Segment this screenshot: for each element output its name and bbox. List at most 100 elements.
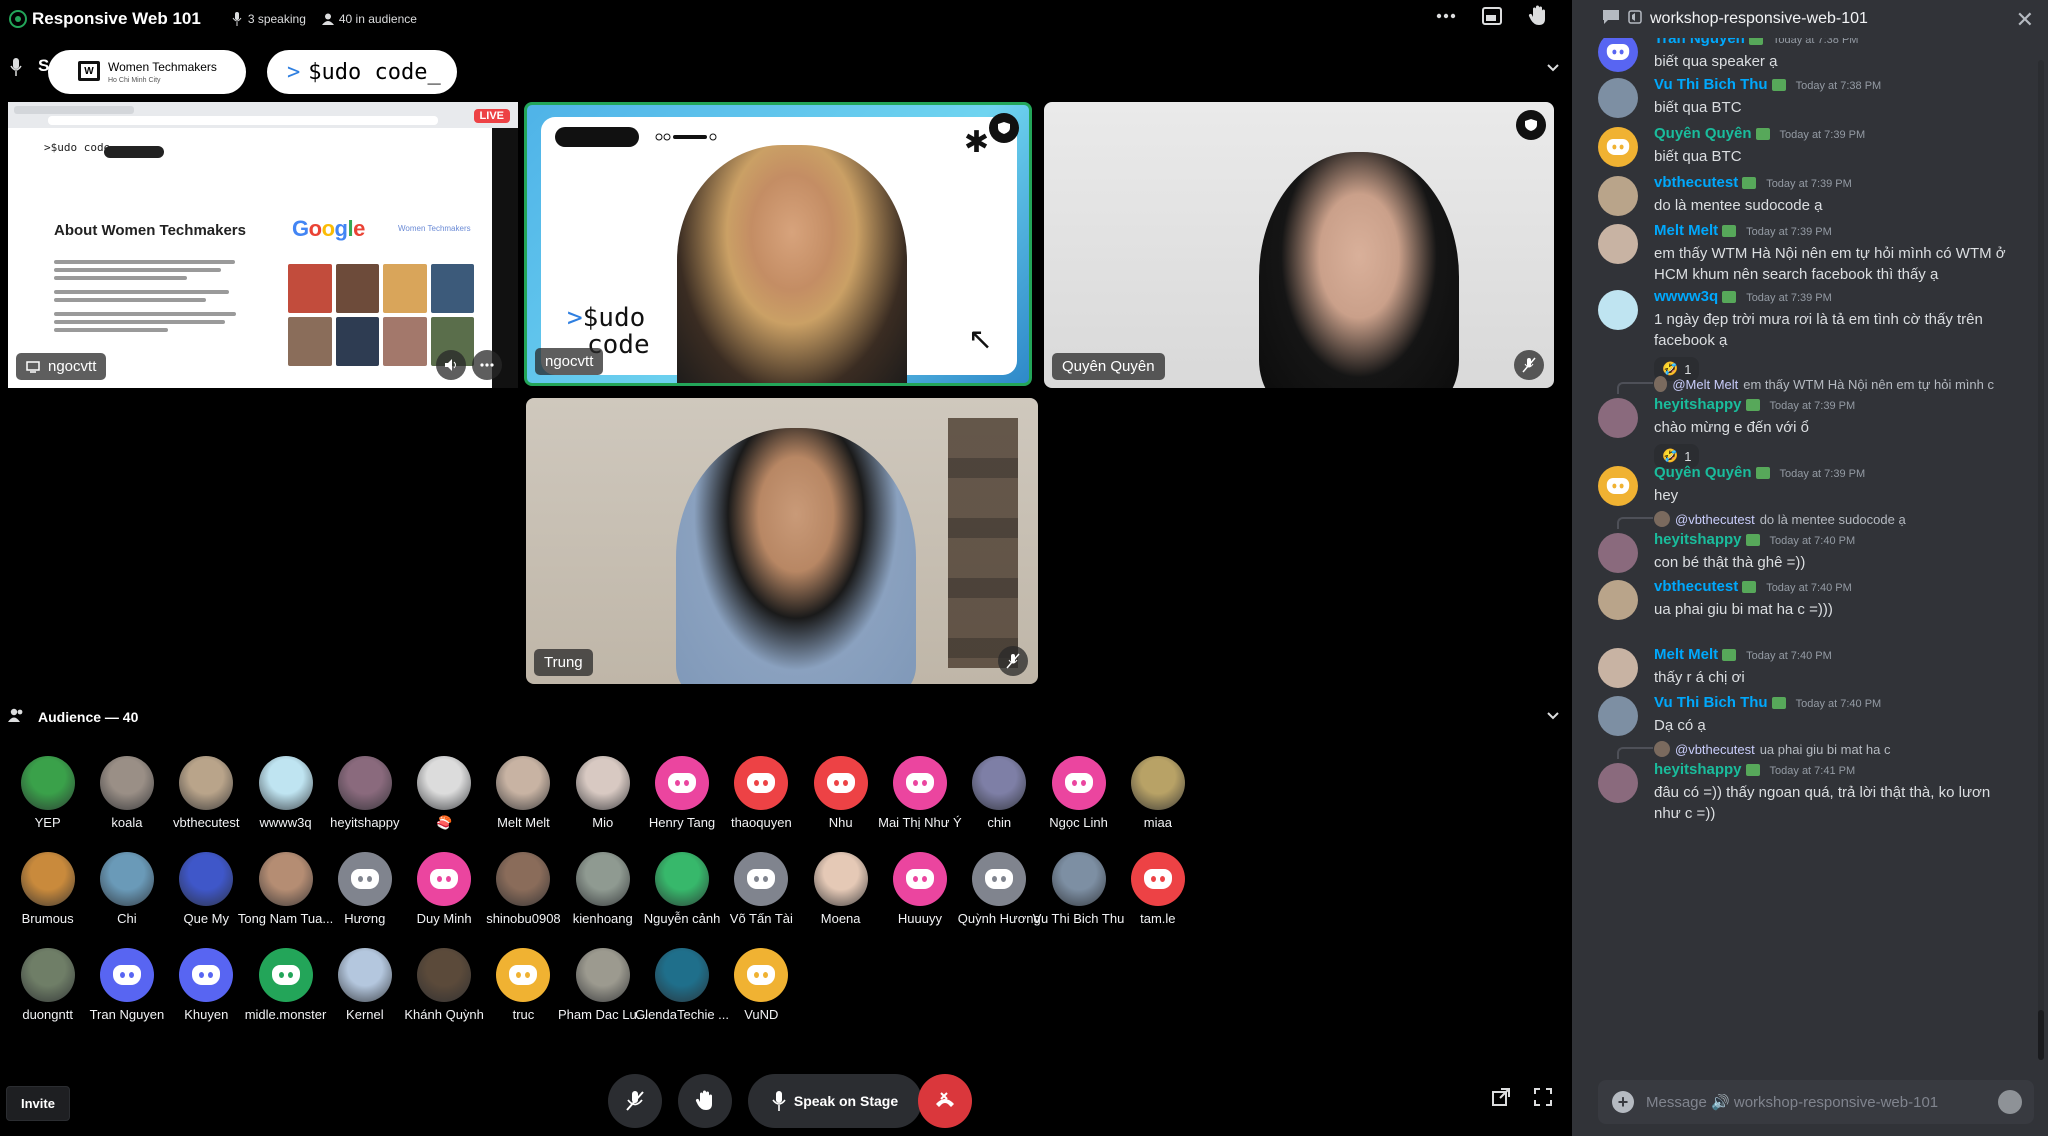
message-author[interactable]: vbthecutest (1654, 174, 1738, 191)
message-author[interactable]: Quyên Quyên (1654, 464, 1752, 481)
google-logo-g2: g (334, 216, 348, 241)
mute-button[interactable] (608, 1074, 662, 1128)
slide-text-line (54, 312, 237, 316)
message-text: hey (1654, 487, 1679, 504)
message-header: Vu Thi Bich Thu Today at 7:38 PM (1654, 76, 1881, 93)
message-author[interactable]: Vu Thi Bich Thu (1654, 76, 1768, 93)
discord-avatar-icon[interactable] (1598, 32, 1638, 72)
stage-title: Responsive Web 101 (32, 9, 201, 28)
speaking-count: 3 speaking (231, 12, 306, 26)
message-author[interactable]: Melt Melt (1654, 222, 1718, 239)
audience-member[interactable]: miaa (1106, 756, 1210, 846)
message-author[interactable]: Vu Thi Bich Thu (1654, 694, 1768, 711)
sudo-code-banner: > $udo code_ (267, 50, 457, 94)
photo-avatar-icon (496, 852, 551, 906)
speaker-tile-trung[interactable]: Trung (526, 398, 1038, 684)
role-badge-icon (1755, 128, 1770, 141)
reply-preview[interactable]: @vbthecutest ua phai giu bi mat ha c (1654, 741, 1994, 757)
user-avatar-icon[interactable] (1598, 580, 1638, 620)
role-badge-icon (1745, 534, 1760, 547)
user-avatar-icon[interactable] (1598, 696, 1638, 736)
popout-icon[interactable] (1492, 1088, 1510, 1111)
user-avatar-icon[interactable] (1598, 763, 1638, 803)
message-list[interactable]: Tran Nguyen Today at 7:38 PM biết qua spea… (1572, 30, 2048, 1070)
user-avatar-icon[interactable] (1598, 648, 1638, 688)
volume-icon[interactable] (436, 350, 466, 380)
chevron-down-icon[interactable] (1546, 708, 1560, 726)
reaction-count: 1 (1684, 361, 1692, 377)
more-options-icon[interactable] (1434, 4, 1458, 28)
message-header: Quyên Quyên Today at 7:39 PM (1654, 125, 1865, 142)
scrollbar-thumb[interactable] (2038, 1010, 2044, 1060)
browser-tabs (14, 106, 134, 114)
message-header: Melt Melt Today at 7:40 PM (1654, 646, 1832, 663)
discord-logo-icon (192, 965, 221, 985)
close-icon[interactable]: ✕ (2016, 7, 2034, 33)
shared-browser-bar: LIVE (8, 102, 518, 128)
slide-prompt-glyph: > (44, 141, 51, 154)
audience-member[interactable]: tam.le (1106, 852, 1210, 942)
discord-logo-icon (271, 965, 300, 985)
sudo-code-banner-text: $udo code_ (308, 59, 441, 85)
screen-share-edge (492, 128, 518, 388)
message-text: ua phai giu bi mat ha c =))) (1654, 601, 1833, 618)
chevron-down-icon[interactable] (1546, 60, 1560, 78)
user-avatar-icon[interactable] (1598, 176, 1638, 216)
speaker-tile-ngocvtt[interactable]: ✱ >$udo code ↖ ngocvtt (524, 102, 1032, 386)
message-author[interactable]: vbthecutest (1654, 578, 1738, 595)
message-author[interactable]: Melt Melt (1654, 646, 1718, 663)
add-attachment-icon[interactable]: + (1612, 1091, 1634, 1113)
message-text: biết qua speaker ạ (1654, 53, 1778, 70)
shared-slide: >$udo code_ About Women Techmakers Googl… (8, 128, 492, 388)
message-author[interactable]: wwww3q (1654, 288, 1718, 305)
emoji-picker-icon[interactable] (1998, 1090, 2022, 1114)
user-avatar-icon[interactable] (1598, 533, 1638, 573)
invite-button[interactable]: Invite (6, 1086, 70, 1121)
more-options-icon[interactable] (472, 350, 502, 380)
discord-logo-icon (826, 773, 855, 793)
reply-preview[interactable]: @Melt Melt em thấy WTM Hà Nội nên em tự h… (1654, 376, 1994, 392)
pokemon-avatar-icon (179, 852, 234, 906)
speaking-label: 3 speaking (247, 12, 306, 26)
chat-scrollbar[interactable] (2038, 60, 2044, 1060)
audience-member[interactable]: VuND (709, 948, 813, 1038)
message-header: vbthecutest Today at 7:39 PM (1654, 174, 1852, 191)
tile-nametag: Trung (534, 649, 593, 676)
hand-icon (695, 1090, 712, 1110)
message-input[interactable] (1646, 1093, 1986, 1111)
user-avatar-icon[interactable] (1598, 224, 1638, 264)
raise-hand-button[interactable] (678, 1074, 732, 1128)
reaction-emoji: 🤣 (1662, 448, 1679, 463)
discord-avatar-icon[interactable] (1598, 127, 1638, 167)
message-author[interactable]: heyitshappy (1654, 396, 1742, 413)
reaction-count: 1 (1684, 448, 1692, 464)
message-author[interactable]: heyitshappy (1654, 761, 1742, 778)
leave-stage-button[interactable] (918, 1074, 972, 1128)
reply-preview[interactable]: @vbthecutest do là mentee sudocode ạ (1654, 511, 1994, 527)
photo-avatar-icon (20, 948, 75, 1002)
speaker-video (676, 428, 916, 684)
user-avatar-icon[interactable] (1598, 78, 1638, 118)
photo-avatar-icon (258, 852, 313, 906)
user-avatar-icon[interactable] (1598, 290, 1638, 330)
reply-connector (1617, 382, 1653, 394)
role-badge-icon (1755, 467, 1770, 480)
discord-avatar-icon[interactable] (1598, 466, 1638, 506)
photo-avatar-icon (972, 756, 1027, 810)
chat-header: workshop-responsive-web-101 ✕ (1572, 0, 2048, 38)
discord-logo-icon (905, 773, 934, 793)
message-header: Vu Thi Bich Thu Today at 7:40 PM (1654, 694, 1881, 711)
google-logo-g: G (292, 216, 309, 241)
speaker-video (677, 145, 907, 383)
message-author[interactable]: heyitshappy (1654, 531, 1742, 548)
popout-window-icon[interactable] (1480, 4, 1504, 28)
screen-share-tile[interactable]: LIVE >$udo code_ About Women Techmakers … (8, 102, 518, 388)
user-avatar-icon[interactable] (1598, 398, 1638, 438)
fullscreen-icon[interactable] (1534, 1088, 1552, 1111)
speaker-tile-quyen[interactable]: Quyên Quyên (1044, 102, 1554, 388)
message-timestamp: Today at 7:38 PM (1795, 80, 1882, 92)
speak-on-stage-button[interactable]: Speak on Stage (748, 1074, 922, 1128)
anime-avatar-icon (337, 948, 392, 1002)
message-author[interactable]: Quyên Quyên (1654, 125, 1752, 142)
hand-requests-icon[interactable] (1526, 4, 1550, 28)
